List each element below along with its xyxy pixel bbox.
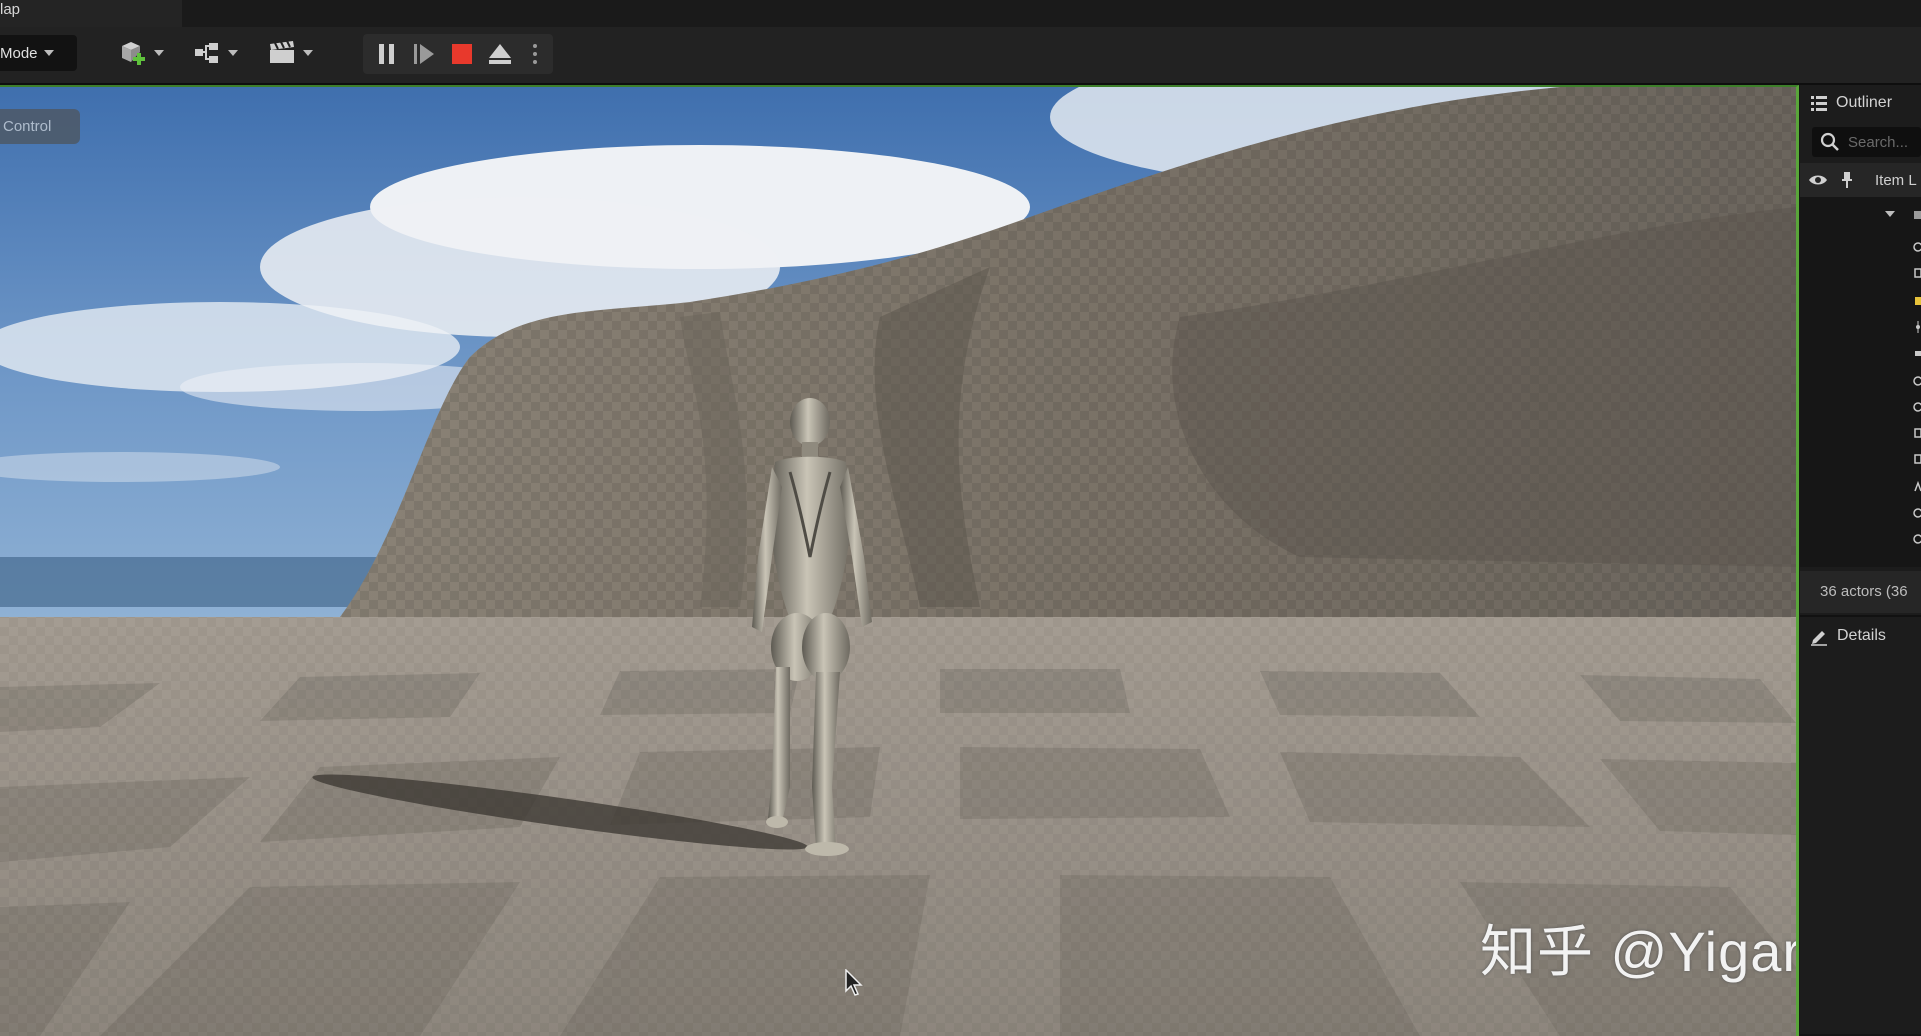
pin-icon[interactable] bbox=[1840, 171, 1854, 189]
control-label: Control bbox=[3, 118, 52, 135]
item-label-column[interactable]: Item L bbox=[1875, 172, 1917, 189]
actor-icon bbox=[1913, 376, 1921, 386]
chevron-down-icon bbox=[154, 50, 164, 56]
level-icon bbox=[1914, 211, 1921, 219]
folder-icon bbox=[1915, 297, 1921, 305]
chevron-down-icon bbox=[303, 50, 313, 56]
actors-count: 36 actors (36 bbox=[1820, 583, 1908, 600]
title-bar: lap bbox=[0, 0, 1921, 27]
actor-icon bbox=[1915, 351, 1921, 356]
actor-icon bbox=[1913, 534, 1921, 544]
actor-icon bbox=[1913, 508, 1921, 518]
right-side-panel: Outliner Item L 36 actors (36 bbox=[1800, 85, 1921, 1034]
stop-icon[interactable] bbox=[450, 42, 474, 66]
chevron-down-icon bbox=[228, 50, 238, 56]
clapperboard-icon bbox=[270, 40, 294, 63]
chevron-down-icon[interactable] bbox=[1885, 211, 1895, 217]
mode-selector-button[interactable]: Mode bbox=[0, 35, 77, 71]
play-controls bbox=[363, 34, 553, 74]
mouse-cursor-icon bbox=[845, 969, 863, 996]
outliner-tree[interactable] bbox=[1800, 197, 1921, 567]
blueprint-button[interactable] bbox=[192, 37, 238, 69]
details-tab[interactable]: Details bbox=[1800, 615, 1921, 657]
chevron-down-icon bbox=[43, 50, 54, 56]
actor-icon bbox=[1914, 454, 1921, 464]
watermark-text: 知乎 @Yigarlor bbox=[1480, 920, 1799, 983]
cinematics-button[interactable] bbox=[267, 37, 313, 69]
actor-icon bbox=[1913, 402, 1921, 412]
eject-icon[interactable] bbox=[488, 42, 512, 66]
outliner-title: Outliner bbox=[1836, 94, 1893, 111]
map-tab-label: lap bbox=[0, 1, 21, 18]
actors-count-bar: 36 actors (36 bbox=[1800, 571, 1921, 613]
pencil-icon bbox=[1811, 631, 1827, 646]
control-mode-pill[interactable]: Control bbox=[0, 109, 80, 144]
search-icon bbox=[1820, 132, 1839, 151]
actor-icon bbox=[1913, 242, 1921, 252]
outliner-search-input[interactable] bbox=[1848, 132, 1918, 152]
details-title: Details bbox=[1837, 627, 1886, 644]
blueprint-nodes-icon bbox=[195, 43, 218, 63]
details-panel-body bbox=[1800, 657, 1921, 1034]
actor-icon bbox=[1914, 268, 1921, 278]
outliner-column-header: Item L bbox=[1800, 163, 1921, 197]
mode-label: Mode bbox=[0, 44, 38, 62]
outliner-tab[interactable]: Outliner bbox=[1800, 85, 1921, 121]
light-icon bbox=[1916, 321, 1920, 333]
outliner-search[interactable] bbox=[1812, 127, 1921, 157]
add-actor-button[interactable] bbox=[118, 37, 164, 69]
pause-icon[interactable] bbox=[375, 42, 399, 66]
level-viewport[interactable]: Control 知乎 @Yigarlor bbox=[0, 85, 1799, 1036]
actor-icon bbox=[1914, 428, 1921, 438]
more-vertical-icon[interactable] bbox=[531, 42, 539, 66]
main-toolbar: Mode bbox=[0, 27, 1921, 85]
viewport-scene bbox=[0, 87, 1796, 1036]
outliner-list-icon bbox=[1811, 96, 1827, 111]
eye-icon[interactable] bbox=[1808, 173, 1828, 187]
actor-icon bbox=[1914, 481, 1921, 492]
frame-advance-icon[interactable] bbox=[412, 42, 436, 66]
map-tab[interactable]: lap bbox=[0, 0, 182, 27]
cube-plus-icon bbox=[122, 42, 145, 65]
